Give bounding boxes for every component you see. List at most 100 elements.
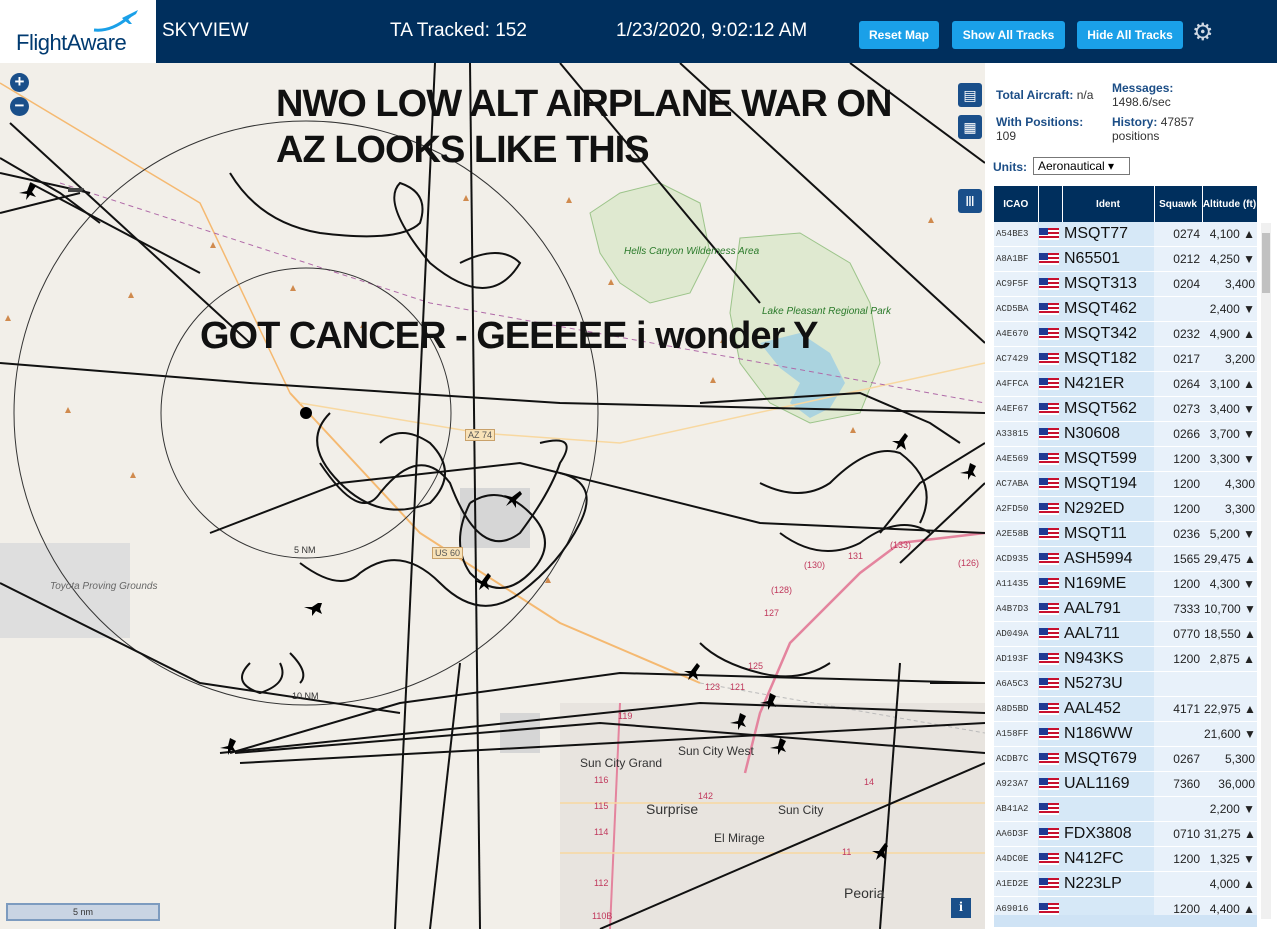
aircraft-row[interactable]: ACDB7C MSQT679 0267 5,300 [994, 746, 1257, 772]
aircraft-row[interactable]: A8A1BF N65501 0212 4,250 ▼ [994, 246, 1257, 272]
icao-cell: A923A7 [994, 771, 1038, 797]
aircraft-row[interactable]: A2FD50 N292ED 1200 3,300 [994, 496, 1257, 522]
map-view[interactable]: + − ▤ ▦ Ⅲ NWO LOW ALT AIRPLANE WAR ON AZ… [0, 63, 985, 929]
ident-cell: AAL791 [1062, 596, 1154, 622]
squawk-cell: 7360 [1154, 771, 1202, 797]
clock: 1/23/2020, 9:02:12 AM [616, 20, 808, 41]
horizontal-scrollbar[interactable] [994, 915, 1257, 927]
column-header[interactable]: Altitude (ft) [1202, 186, 1257, 222]
road-marker: (126) [958, 558, 980, 568]
us-flag-icon [1039, 652, 1059, 665]
icao-cell: A2E58B [994, 521, 1038, 547]
us-flag-icon [1038, 296, 1062, 322]
icao-cell: A33815 [994, 421, 1038, 447]
ident-cell: ASH5994 [1062, 546, 1154, 572]
us-flag-icon [1038, 846, 1062, 872]
overlay-caption-1: NWO LOW ALT AIRPLANE WAR ON [276, 83, 892, 125]
aircraft-row[interactable]: ACD935 ASH5994 1565 29,475 ▲ [994, 546, 1257, 572]
aircraft-row[interactable]: A4FFCA N421ER 0264 3,100 ▲ [994, 371, 1257, 397]
aircraft-row[interactable]: A6A5C3 N5273U [994, 671, 1257, 697]
flightaware-logo[interactable]: FlightAware [0, 0, 156, 63]
overlay-caption-3: GOT CANCER - GEEEEE i wonder Y [200, 315, 819, 357]
us-flag-icon [1039, 427, 1059, 440]
us-flag-icon [1039, 902, 1059, 915]
aircraft-row[interactable]: AC7ABA MSQT194 1200 4,300 [994, 471, 1257, 497]
tracked-count: TA Tracked: 152 [390, 20, 527, 41]
squawk-cell: 0236 [1154, 521, 1202, 547]
show-all-tracks-button[interactable]: Show All Tracks [952, 21, 1065, 49]
us-flag-icon [1039, 852, 1059, 865]
aircraft-row[interactable]: A4E670 MSQT342 0232 4,900 ▲ [994, 321, 1257, 347]
us-flag-icon [1038, 421, 1062, 447]
squawk-cell: 1200 [1154, 846, 1202, 872]
zoom-in-button[interactable]: + [10, 73, 29, 92]
column-header[interactable]: Squawk [1154, 186, 1203, 222]
aircraft-row[interactable]: AC9F5F MSQT313 0204 3,400 [994, 271, 1257, 297]
scrollbar-thumb[interactable] [1262, 233, 1270, 293]
units-select[interactable]: Aeronautical ▾ [1033, 157, 1130, 175]
ident-cell: MSQT599 [1062, 446, 1154, 472]
aircraft-row[interactable]: AA6D3F FDX3808 0710 31,275 ▲ [994, 821, 1257, 847]
aircraft-row[interactable]: A11435 N169ME 1200 4,300 ▼ [994, 571, 1257, 597]
messages-stat: Messages: 1498.6/sec [1112, 81, 1173, 109]
aircraft-row[interactable]: A1ED2E N223LP 4,000 ▲ [994, 871, 1257, 897]
squawk-cell [1154, 871, 1202, 897]
aircraft-row[interactable]: A158FF N186WW 21,600 ▼ [994, 721, 1257, 747]
info-button[interactable]: i [951, 898, 971, 918]
icao-cell: A69016 [994, 896, 1038, 916]
us-flag-icon [1038, 671, 1062, 697]
squawk-cell: 0274 [1154, 222, 1202, 247]
aircraft-row[interactable]: A4EF67 MSQT562 0273 3,400 ▼ [994, 396, 1257, 422]
us-flag-icon [1038, 621, 1062, 647]
altitude-cell: 3,700 ▼ [1202, 421, 1257, 447]
icao-cell: AB41A2 [994, 796, 1038, 822]
aircraft-row[interactable]: A4B7D3 AAL791 7333 10,700 ▼ [994, 596, 1257, 622]
icao-cell: A4DC0E [994, 846, 1038, 872]
us-flag-icon [1039, 702, 1059, 715]
positions-stat: With Positions: 109 [996, 115, 1083, 143]
grid-icon[interactable]: ▦ [958, 115, 982, 139]
aircraft-row[interactable]: AD049A AAL711 0770 18,550 ▲ [994, 621, 1257, 647]
icao-cell: ACDB7C [994, 746, 1038, 772]
aircraft-sidebar: Total Aircraft: n/a Messages: 1498.6/sec… [985, 63, 1277, 929]
ident-cell: MSQT462 [1062, 296, 1154, 322]
aircraft-row[interactable]: AC7429 MSQT182 0217 3,200 [994, 346, 1257, 372]
aircraft-row[interactable]: ACD5BA MSQT462 2,400 ▼ [994, 296, 1257, 322]
aircraft-row[interactable]: A33815 N30608 0266 3,700 ▼ [994, 421, 1257, 447]
aircraft-row[interactable]: A8D5BD AAL452 4171 22,975 ▲ [994, 696, 1257, 722]
us-flag-icon [1039, 627, 1059, 640]
aircraft-row[interactable]: A4E569 MSQT599 1200 3,300 ▼ [994, 446, 1257, 472]
icao-cell: A4B7D3 [994, 596, 1038, 622]
us-flag-icon [1039, 677, 1059, 690]
aircraft-row[interactable]: AB41A2 2,200 ▼ [994, 796, 1257, 822]
squawk-cell: 0217 [1154, 346, 1202, 372]
ident-cell: N223LP [1062, 871, 1154, 897]
us-flag-icon [1038, 571, 1062, 597]
gear-icon[interactable]: ⚙ [1192, 18, 1214, 47]
el-mirage-label: El Mirage [714, 831, 765, 845]
ident-cell: N169ME [1062, 571, 1154, 597]
hide-all-tracks-button[interactable]: Hide All Tracks [1077, 21, 1183, 49]
positions-label: With Positions: [996, 115, 1084, 129]
altitude-cell: 4,400 ▲ [1202, 896, 1257, 916]
aircraft-row[interactable]: A54BE3 MSQT77 0274 4,100 ▲ [994, 222, 1257, 247]
aircraft-row[interactable]: A2E58B MSQT11 0236 5,200 ▼ [994, 521, 1257, 547]
columns-icon[interactable]: Ⅲ [958, 189, 982, 213]
ring-10nm-label: 10 NM [292, 691, 319, 701]
ident-cell: N30608 [1062, 421, 1154, 447]
aircraft-row[interactable]: A69016 1200 4,400 ▲ [994, 896, 1257, 916]
road-marker: 11 [842, 847, 852, 857]
squawk-cell: 7333 [1154, 596, 1202, 622]
us-flag-icon [1039, 502, 1059, 515]
map-layer-icon[interactable]: ▤ [958, 83, 982, 107]
column-header[interactable]: Ident [1062, 186, 1155, 222]
us-flag-icon [1039, 752, 1059, 765]
aircraft-row[interactable]: AD193F N943KS 1200 2,875 ▲ [994, 646, 1257, 672]
aircraft-row[interactable]: A4DC0E N412FC 1200 1,325 ▼ [994, 846, 1257, 872]
column-header[interactable]: ICAO [994, 186, 1039, 222]
table-scrollbar[interactable] [1261, 223, 1271, 919]
reset-map-button[interactable]: Reset Map [859, 21, 939, 49]
column-header[interactable] [1038, 186, 1063, 222]
aircraft-row[interactable]: A923A7 UAL1169 7360 36,000 [994, 771, 1257, 797]
zoom-out-button[interactable]: − [10, 97, 29, 116]
